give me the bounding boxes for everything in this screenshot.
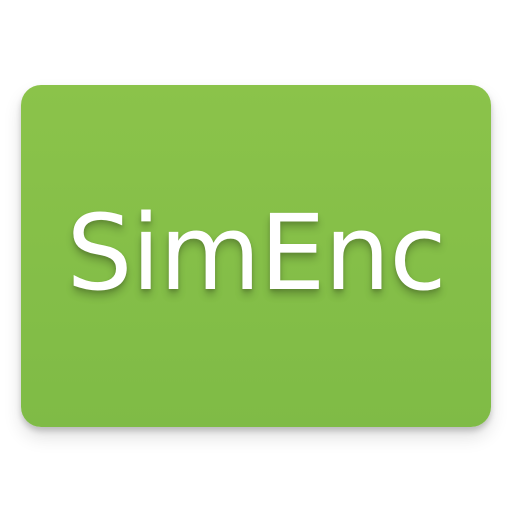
app-icon-card[interactable]: SimEnc — [21, 85, 491, 427]
app-icon-title: SimEnc — [66, 192, 446, 314]
app-icon-canvas: SimEnc — [0, 0, 512, 512]
